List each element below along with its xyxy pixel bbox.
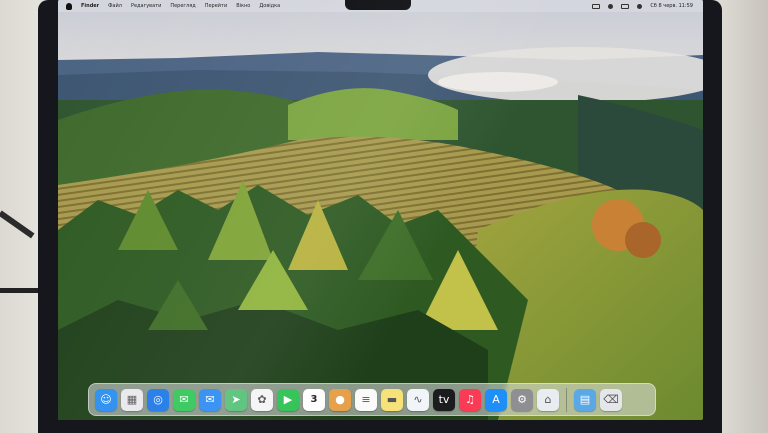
menu-item-edit[interactable]: Редагувати [131,3,161,9]
messages-icon[interactable]: ✉ [173,388,195,411]
menu-item-finder[interactable]: Finder [81,3,99,9]
menu-item-go[interactable]: Перейти [205,3,228,9]
battery-icon[interactable] [621,3,630,9]
app-store-icon[interactable]: A [485,388,507,411]
notes-icon[interactable]: ▬ [381,388,403,411]
calendar-day: 3 [310,393,318,405]
camera-notch [345,0,411,10]
music-icon[interactable]: ♫ [459,388,481,411]
menu-item-window[interactable]: Вікно [236,3,250,9]
menu-bar-clock[interactable]: Сб 8 черв. 11:59 [650,3,693,9]
menu-item-help[interactable]: Довідка [259,3,280,9]
launchpad-icon[interactable]: ▦ [121,388,143,411]
control-center-icon[interactable] [637,3,643,9]
apple-menu-icon[interactable] [66,2,72,10]
downloads-folder-icon[interactable]: ▤ [574,388,596,411]
dock: ☺ ▦ ◎ ✉ ✉ ➤ ✿ ▶ 3 ● ≡ ▬ ∿ tv ♫ A ⚙ ⌂ ▤ ⌫ [88,383,656,416]
cable [0,288,38,293]
menu-item-view[interactable]: Перегляд [170,3,195,9]
system-settings-icon[interactable]: ⚙ [511,388,533,411]
trash-icon[interactable]: ⌫ [600,388,622,411]
tv-icon[interactable]: tv [433,388,455,411]
wallpaper-landscape [58,0,703,420]
preview-icon[interactable]: ⌂ [537,388,559,411]
menu-item-file[interactable]: Файл [108,3,122,9]
contacts-icon[interactable]: ● [329,388,351,411]
facetime-icon[interactable]: ▶ [277,388,299,411]
mail-icon[interactable]: ✉ [199,388,221,411]
safari-icon[interactable]: ◎ [147,388,169,411]
maps-icon[interactable]: ➤ [225,388,247,411]
dock-divider [566,387,567,412]
finder-icon[interactable]: ☺ [95,388,117,411]
keyboard-icon[interactable] [592,3,601,9]
wifi-icon[interactable] [608,3,614,9]
photos-icon[interactable]: ✿ [251,388,273,411]
freeform-icon[interactable]: ∿ [407,388,429,411]
reminders-icon[interactable]: ≡ [355,388,377,411]
calendar-icon[interactable]: 3 [303,388,325,411]
desktop-wallpaper [58,0,703,420]
